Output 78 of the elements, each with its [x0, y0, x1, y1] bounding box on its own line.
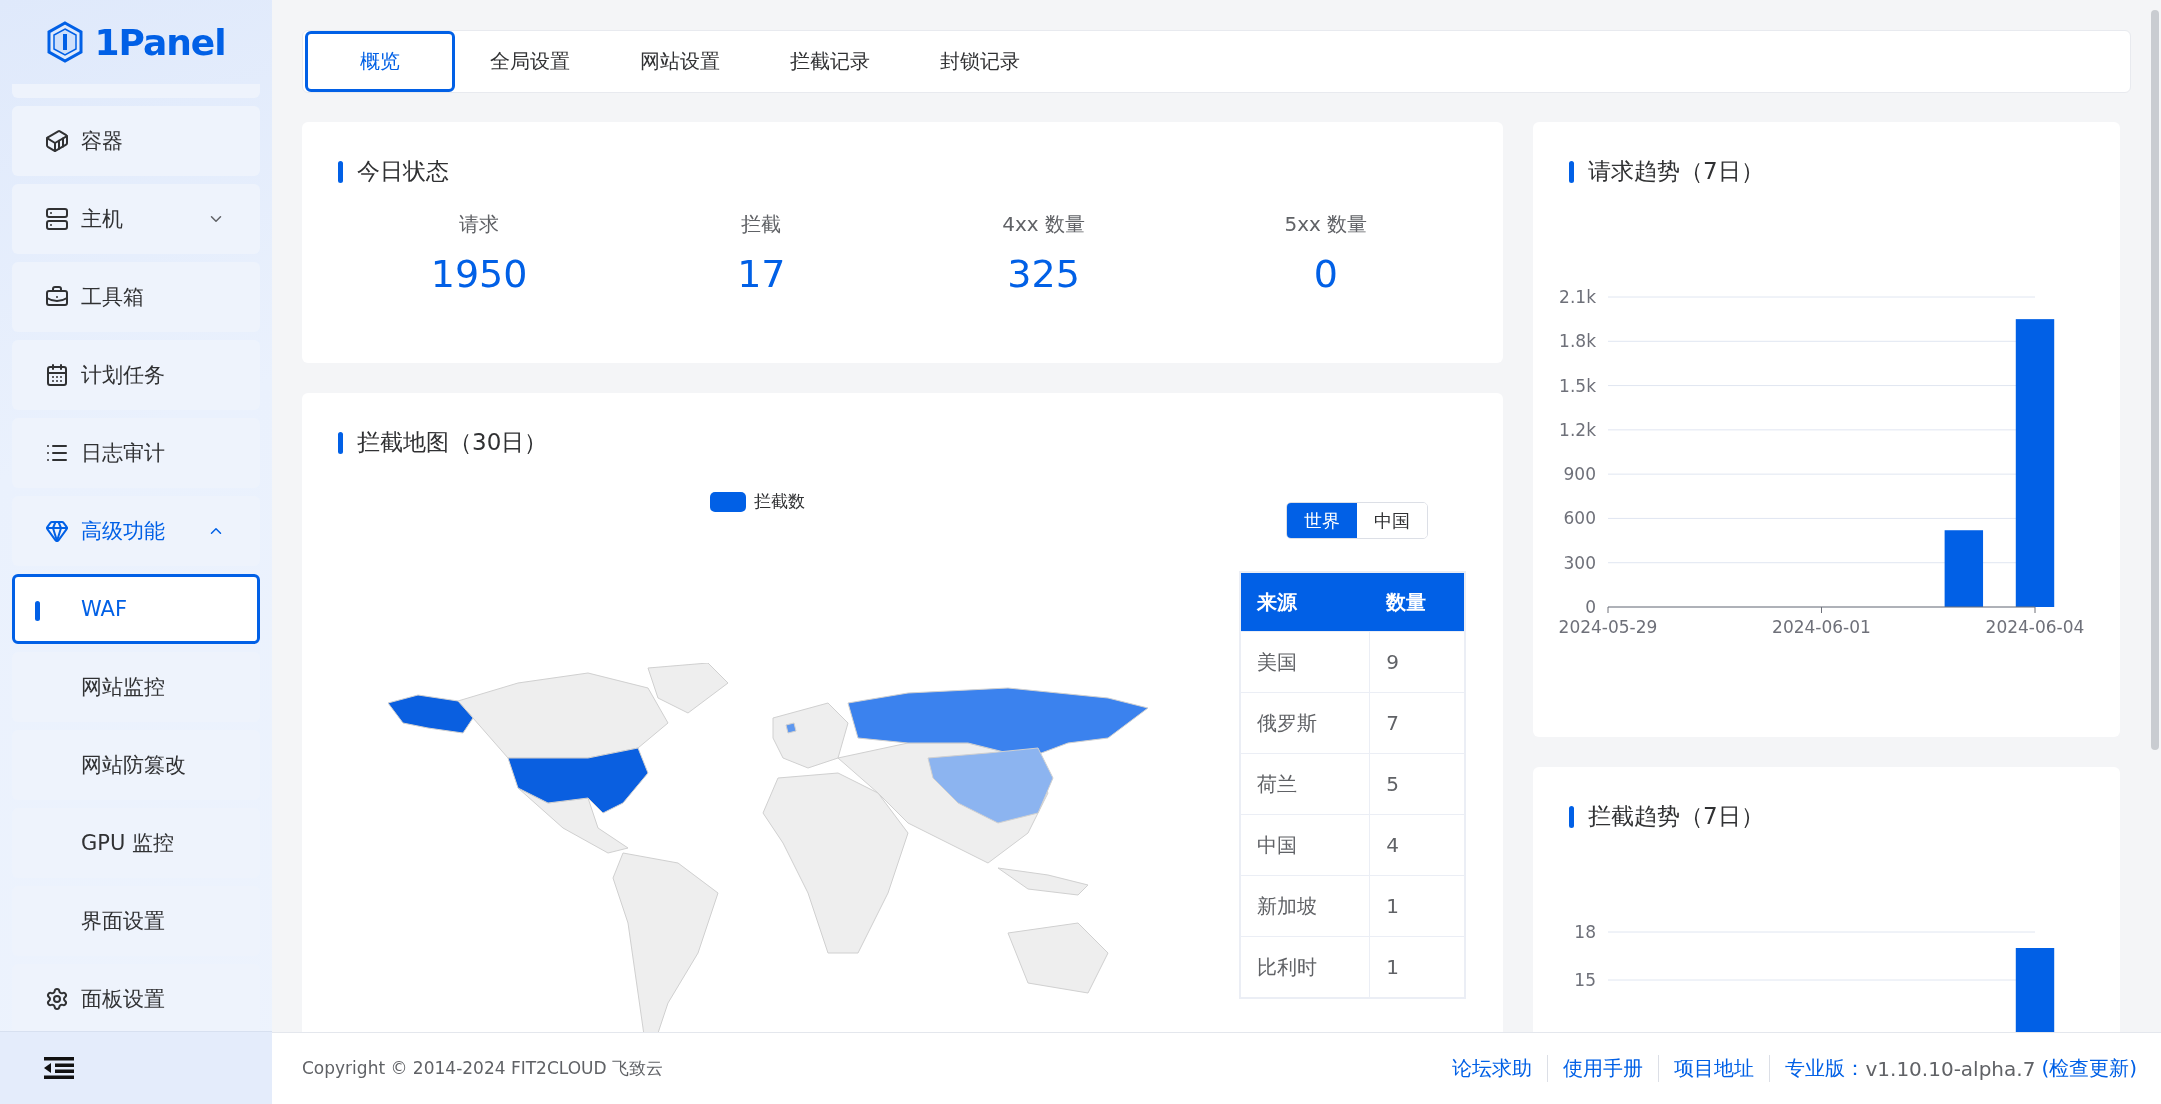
selection-indicator: [35, 601, 40, 621]
submenu-label: WAF: [81, 597, 128, 621]
title-marker: [1569, 160, 1574, 183]
menu-icon: [45, 285, 69, 309]
menu-label: 工具箱: [81, 284, 144, 311]
footer-link[interactable]: 项目地址: [1659, 1055, 1771, 1082]
stat-value: 17: [737, 252, 786, 296]
menu-label: 计划任务: [81, 362, 165, 389]
scrollbar[interactable]: [2151, 10, 2159, 750]
axis-label: 15: [1574, 970, 1596, 990]
version-text: v1.10.10-alpha.7: [1865, 1056, 2036, 1081]
menu-item[interactable]: 容器: [12, 106, 260, 176]
submenu-label: 网站防篡改: [81, 752, 186, 779]
menu-item[interactable]: 高级功能: [12, 496, 260, 566]
axis-label: 900: [1563, 464, 1596, 485]
axis-label: 2024-06-01: [1772, 617, 1871, 637]
menu-icon: [45, 519, 69, 543]
card-title: 今日状态: [357, 157, 449, 186]
menu-item[interactable]: 日志审计: [12, 418, 260, 488]
column-header: 数量: [1369, 572, 1465, 632]
copyright-text: Copyright © 2014-2024 FIT2CLOUD 飞致云: [302, 1057, 663, 1080]
menu-icon: [45, 987, 69, 1011]
axis-label: 1.8k: [1559, 331, 1596, 352]
stat-label: 请求: [459, 211, 500, 238]
footer-link[interactable]: 使用手册: [1548, 1055, 1660, 1082]
table-cell: 9: [1369, 631, 1465, 693]
axis-label: 300: [1563, 552, 1596, 573]
tab[interactable]: 概览: [305, 31, 455, 92]
column-header: 来源: [1239, 572, 1370, 632]
axis-label: 2.1k: [1559, 287, 1596, 307]
menu-item[interactable]: 主机: [12, 184, 260, 254]
axis-label: 0: [1585, 597, 1596, 617]
legend-label: 拦截数: [754, 490, 805, 513]
menu-icon: [45, 207, 69, 231]
table-cell: 中国: [1239, 814, 1370, 876]
axis-label: 1.2k: [1559, 419, 1596, 440]
title-marker: [1569, 805, 1574, 828]
logo-icon: [46, 21, 85, 63]
table-cell: 新加坡: [1239, 875, 1370, 937]
table-cell: 俄罗斯: [1239, 692, 1370, 754]
menu-item[interactable]: 计划任务: [12, 340, 260, 410]
menu-label: 主机: [81, 206, 123, 233]
submenu-item[interactable]: WAF: [12, 574, 260, 644]
stat-label: 4xx 数量: [1002, 211, 1085, 238]
axis-label: 600: [1563, 508, 1596, 529]
table-cell: 荷兰: [1239, 753, 1370, 815]
stat-value: 1950: [430, 252, 528, 296]
axis-label: 2024-06-04: [1985, 617, 2085, 637]
axis-label: 18: [1574, 922, 1596, 942]
axis-label: 2024-05-29: [1558, 617, 1658, 637]
card-title: 拦截地图（30日）: [357, 428, 548, 457]
submenu-label: GPU 监控: [81, 830, 174, 857]
menu-icon: [45, 129, 69, 153]
legend-swatch: [710, 491, 746, 512]
stat-value: 325: [1007, 252, 1080, 296]
title-marker: [338, 160, 343, 183]
title-marker: [338, 431, 343, 454]
logo-text: 1Panel: [94, 21, 226, 63]
axis-label: 1.5k: [1559, 375, 1596, 396]
menu-item[interactable]: 工具箱: [12, 262, 260, 332]
stat-label: 5xx 数量: [1284, 211, 1368, 238]
submenu-label: 界面设置: [81, 908, 165, 935]
menu-label: 面板设置: [81, 986, 165, 1013]
card-title: 请求趋势（7日）: [1588, 157, 1764, 186]
scope-option[interactable]: 世界: [1287, 503, 1357, 538]
edition-label: 专业版：: [1785, 1055, 1866, 1082]
collapse-menu-icon[interactable]: [44, 1056, 74, 1080]
menu-label: 高级功能: [81, 518, 165, 545]
table-cell: 美国: [1239, 631, 1370, 693]
check-update-link[interactable]: (检查更新): [2041, 1055, 2137, 1082]
stat-value: 0: [1313, 252, 1338, 296]
submenu-label: 网站监控: [81, 674, 165, 701]
footer-link[interactable]: 论坛求助: [1437, 1055, 1549, 1082]
menu-icon: [45, 363, 69, 387]
stat-label: 拦截: [741, 211, 782, 238]
menu-label: 容器: [81, 128, 123, 155]
card-title: 拦截趋势（7日）: [1588, 802, 1764, 831]
menu-label: 日志审计: [81, 440, 165, 467]
